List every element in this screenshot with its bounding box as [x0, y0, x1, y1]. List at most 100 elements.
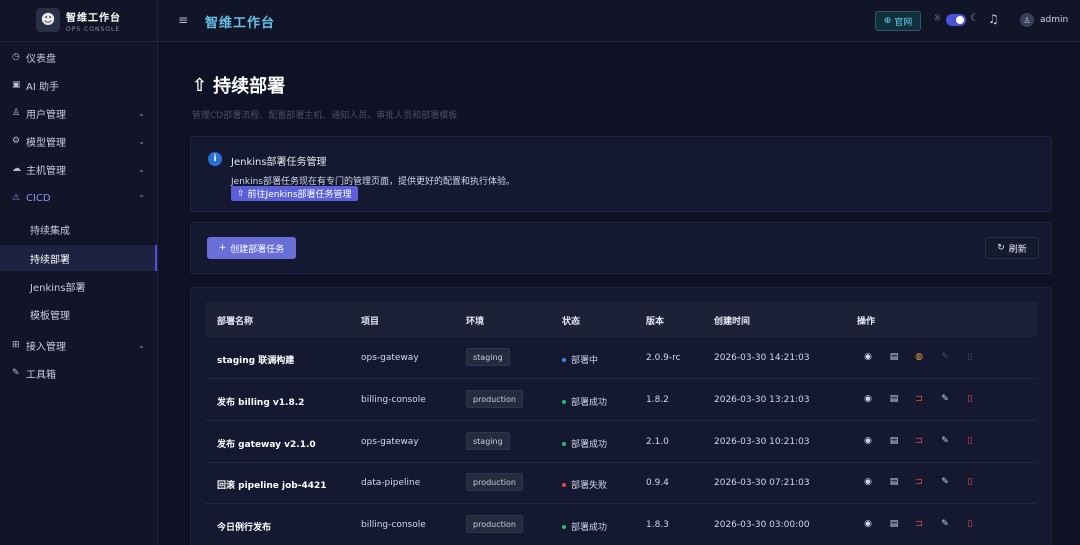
env-tag: staging — [466, 348, 510, 366]
deploy-name[interactable]: 发布 billing v1.8.2 — [217, 395, 304, 408]
header-created: 创建时间 — [714, 317, 751, 327]
deploy-name[interactable]: 发布 gateway v2.1.0 — [217, 437, 316, 450]
sidebar-item-label: 主机管理 — [26, 165, 66, 177]
menu-toggle-icon[interactable]: ≡ — [178, 13, 188, 27]
rollback-icon[interactable]: ⊐ — [914, 394, 924, 404]
header-actions: 操作 — [857, 317, 876, 327]
sidebar-item-templates[interactable]: 模板管理 — [0, 301, 157, 327]
sidebar-item-tools[interactable]: ✎ 工具箱 — [0, 360, 157, 386]
sidebar-item-jenkins[interactable]: Jenkins部署 — [0, 273, 157, 299]
chevron-down-icon: ⌄ — [138, 108, 145, 118]
status-badge: 部署成功 — [562, 395, 607, 408]
delete-icon: ▯ — [967, 352, 973, 362]
model-icon: ⚙ — [12, 136, 21, 146]
sidebar-item-hosts[interactable]: ☁ 主机管理 ⌄ — [0, 156, 157, 182]
user-icon: ♙ — [12, 108, 21, 118]
sidebar-item-label: 工具箱 — [26, 369, 56, 381]
project-name: data-pipeline — [361, 478, 421, 488]
view-icon[interactable]: ◉ — [863, 352, 873, 362]
official-site-button[interactable]: ⊕ 官网 — [875, 11, 921, 31]
refresh-icon: ↻ — [997, 243, 1005, 253]
notice-title: Jenkins部署任务管理 — [231, 157, 327, 168]
env-tag: staging — [466, 432, 510, 450]
sidebar-item-label: 仪表盘 — [26, 53, 56, 65]
header-name: 部署名称 — [217, 317, 254, 327]
page-title-text: 持续部署 — [213, 76, 286, 97]
rollback-icon[interactable]: ⊐ — [914, 519, 924, 529]
deploy-name[interactable]: staging 联调构建 — [217, 353, 294, 366]
view-icon[interactable]: ◉ — [863, 519, 873, 529]
host-icon: ☁ — [12, 164, 21, 174]
sidebar-item-users[interactable]: ♙ 用户管理 ⌄ — [0, 100, 157, 126]
status-badge: 部署中 — [562, 353, 598, 366]
chevron-down-icon: ⌄ — [138, 164, 145, 174]
sidebar-item-label: 接入管理 — [26, 341, 66, 353]
username[interactable]: admin — [1040, 15, 1068, 25]
chevron-down-icon: ⌄ — [138, 136, 145, 146]
table-row[interactable]: staging 联调构建 ops-gateway staging 部署中 2.0.9-r… — [205, 338, 1037, 379]
delete-icon[interactable]: ▯ — [965, 394, 975, 404]
version: 2.0.9-rc — [646, 353, 681, 363]
sidebar-item-ai[interactable]: ▣ AI 助手 — [0, 72, 157, 98]
created-time: 2026-03-30 03:00:00 — [714, 520, 810, 530]
status-dot — [562, 524, 566, 529]
log-icon[interactable]: ▤ — [889, 519, 899, 529]
log-icon[interactable]: ▤ — [889, 477, 899, 487]
edit-icon[interactable]: ✎ — [940, 519, 950, 529]
log-icon[interactable]: ▤ — [889, 394, 899, 404]
pause-icon[interactable]: ◍ — [914, 352, 924, 362]
plus-icon: + — [218, 243, 227, 253]
refresh-button[interactable]: ↻ 刷新 — [985, 237, 1039, 259]
table-row[interactable]: 发布 billing v1.8.2 billing-console producti… — [205, 380, 1037, 421]
edit-icon[interactable]: ✎ — [940, 477, 950, 487]
rollback-icon[interactable]: ⊐ — [914, 436, 924, 446]
rollback-icon[interactable]: ⊐ — [914, 477, 924, 487]
table-row[interactable]: 发布 gateway v2.1.0 ops-gateway staging 部署成功 2… — [205, 422, 1037, 463]
goto-jenkins-button[interactable]: ⇧ 前往Jenkins部署任务管理 — [231, 186, 358, 201]
delete-icon[interactable]: ▯ — [965, 477, 975, 487]
goto-jenkins-label: 前往Jenkins部署任务管理 — [247, 190, 352, 200]
deploy-name[interactable]: 今日例行发布 — [217, 520, 271, 533]
theme-toggle[interactable] — [946, 14, 966, 26]
sidebar-item-cicd[interactable]: ⚠ CICD ⌃ — [0, 185, 157, 211]
sidebar-item-cd[interactable]: 持续部署 — [0, 245, 157, 271]
sidebar-item-models[interactable]: ⚙ 模型管理 ⌄ — [0, 128, 157, 154]
sidebar-item-access[interactable]: ⊞ 接入管理 ⌄ — [0, 332, 157, 358]
log-icon[interactable]: ▤ — [889, 436, 899, 446]
sidebar-item-label: AI 助手 — [26, 81, 59, 93]
status-text: 部署成功 — [571, 523, 608, 533]
delete-icon[interactable]: ▯ — [965, 436, 975, 446]
log-icon[interactable]: ▤ — [889, 352, 899, 362]
chevron-down-icon: ⌄ — [138, 340, 145, 350]
view-icon[interactable]: ◉ — [863, 477, 873, 487]
bell-icon[interactable]: ♫ — [988, 12, 999, 26]
delete-icon[interactable]: ▯ — [965, 519, 975, 529]
sidebar-item-ci[interactable]: 持续集成 — [0, 216, 157, 242]
edit-icon: ✎ — [941, 352, 949, 362]
refresh-label: 刷新 — [1008, 244, 1027, 255]
table-row[interactable]: 回滚 pipeline job-4421 data-pipeline product… — [205, 463, 1037, 504]
created-time: 2026-03-30 14:21:03 — [714, 353, 810, 363]
brand[interactable]: ☻ 智维工作台 OPS CONSOLE — [0, 0, 157, 42]
deploy-name[interactable]: 回滚 pipeline job-4421 — [217, 478, 327, 491]
sidebar-item-label: 持续集成 — [30, 225, 70, 237]
sidebar-item-label: CICD — [26, 192, 51, 204]
avatar[interactable]: ♙ — [1020, 13, 1034, 27]
sidebar-item-label: 用户管理 — [26, 109, 66, 121]
globe-icon: ⊕ — [883, 16, 892, 26]
sidebar-item-dashboard[interactable]: ◷ 仪表盘 — [0, 44, 157, 70]
status-text: 部署成功 — [571, 398, 608, 408]
header-project: 项目 — [361, 317, 380, 327]
view-icon[interactable]: ◉ — [863, 394, 873, 404]
status-badge: 部署成功 — [562, 437, 607, 450]
view-icon[interactable]: ◉ — [863, 436, 873, 446]
table-row[interactable]: 今日例行发布 billing-console production 部署成功 1.8.3… — [205, 505, 1037, 545]
moon-icon: ☾ — [970, 13, 979, 24]
create-deploy-button[interactable]: + 创建部署任务 — [207, 237, 296, 259]
topbar: ≡ 智维工作台 ⊕ 官网 ☼ ☾ ♫ ♙ admin — [158, 0, 1080, 42]
project-name: billing-console — [361, 520, 426, 530]
edit-icon[interactable]: ✎ — [940, 436, 950, 446]
version: 0.9.4 — [646, 478, 669, 488]
header-env: 环境 — [466, 317, 485, 327]
edit-icon[interactable]: ✎ — [940, 394, 950, 404]
